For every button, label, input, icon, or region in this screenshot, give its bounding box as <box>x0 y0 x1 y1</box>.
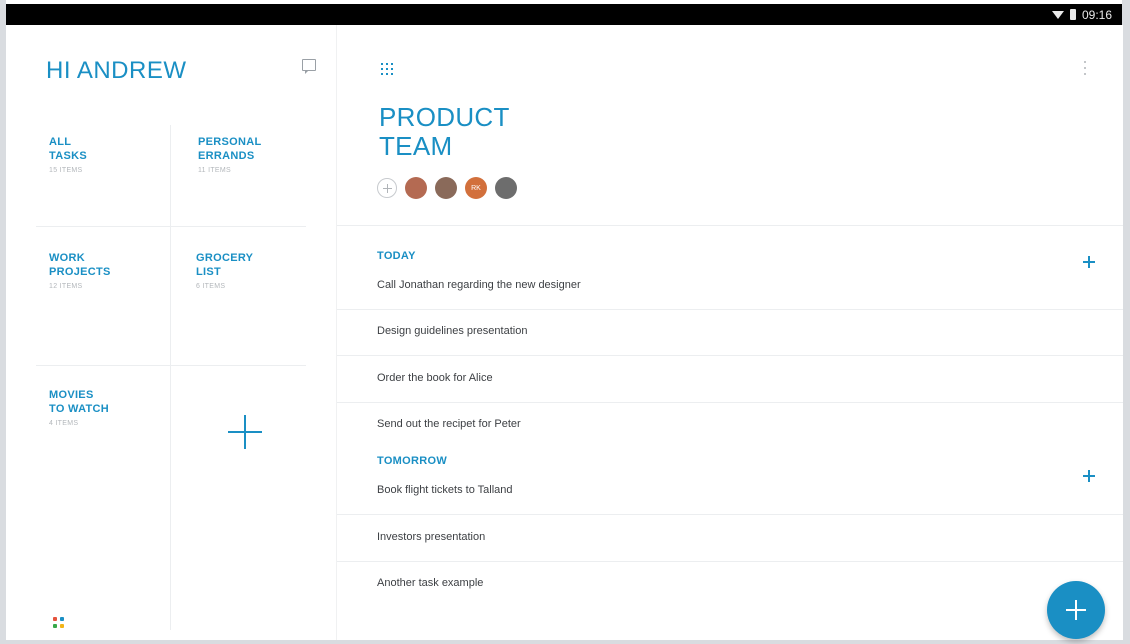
task-item[interactable]: Send out the recipet for Peter <box>377 418 521 430</box>
list-title-line: PROJECTS <box>49 266 111 278</box>
avatar[interactable] <box>435 177 457 199</box>
list-count: 11 ITEMS <box>198 167 232 174</box>
avatar[interactable] <box>495 177 517 199</box>
greeting: HI ANDREW <box>46 57 187 84</box>
avatar[interactable] <box>405 177 427 199</box>
section-title-tomorrow: TOMORROW <box>377 455 448 467</box>
chat-icon[interactable] <box>302 59 316 74</box>
list-title-line: ALL <box>49 136 72 148</box>
app-dots-icon[interactable] <box>53 617 65 629</box>
list-card-work-projects[interactable]: WORK PROJECTS 12 ITEMS <box>49 251 197 387</box>
list-title-line: ERRANDS <box>198 150 255 162</box>
row-divider <box>337 514 1123 515</box>
more-vert-icon[interactable] <box>1083 61 1087 77</box>
list-card-grocery-list[interactable]: GROCERY LIST 6 ITEMS <box>196 251 344 387</box>
lists-drawer: HI ANDREW ALL TASKS 15 ITEMS PERSONAL ER… <box>6 25 336 640</box>
list-count: 6 ITEMS <box>196 283 226 290</box>
list-title: MOVIES TO WATCH <box>49 388 197 416</box>
list-count: 15 ITEMS <box>49 167 83 174</box>
row-divider <box>337 355 1123 356</box>
list-title-line: TASKS <box>49 150 87 162</box>
row-divider <box>337 402 1123 403</box>
list-title-line: LIST <box>196 266 222 278</box>
task-item[interactable]: Call Jonathan regarding the new designer <box>377 279 581 291</box>
list-title-line: WORK <box>49 252 86 264</box>
section-title-today: TODAY <box>377 250 416 262</box>
team-header: PRODUCT TEAM RK <box>337 25 1123 226</box>
list-title: WORK PROJECTS <box>49 251 197 279</box>
add-task-today-icon[interactable] <box>1083 256 1095 268</box>
task-item[interactable]: Order the book for Alice <box>377 372 493 384</box>
list-title: ALL TASKS <box>49 135 197 163</box>
wifi-icon <box>1051 10 1064 19</box>
list-title: GROCERY LIST <box>196 251 344 279</box>
grid-icon[interactable] <box>381 63 395 77</box>
list-card-movies-to-watch[interactable]: MOVIES TO WATCH 4 ITEMS <box>49 388 197 524</box>
team-title-line: TEAM <box>379 131 453 161</box>
status-time: 09:16 <box>1081 7 1112 22</box>
add-list-icon[interactable] <box>228 415 262 449</box>
list-title-line: GROCERY <box>196 252 254 264</box>
frame-bottom <box>0 640 1130 644</box>
team-members: RK <box>377 177 517 199</box>
task-item[interactable]: Investors presentation <box>377 531 485 543</box>
add-task-fab[interactable] <box>1047 581 1105 639</box>
task-item[interactable]: Book flight tickets to Talland <box>377 484 513 496</box>
add-member-icon[interactable] <box>377 178 397 198</box>
status-bar: 09:16 <box>6 4 1122 25</box>
list-title: PERSONAL ERRANDS <box>198 135 346 163</box>
task-item[interactable]: Design guidelines presentation <box>377 325 527 337</box>
battery-icon <box>1069 9 1076 20</box>
list-title-line: PERSONAL <box>198 136 262 148</box>
team-title: PRODUCT TEAM <box>379 103 579 161</box>
list-count: 12 ITEMS <box>49 283 83 290</box>
list-title-line: TO WATCH <box>49 403 110 415</box>
team-panel: PRODUCT TEAM RK TODAY Call Jonathan rega… <box>336 25 1123 640</box>
frame-right <box>1122 0 1130 644</box>
add-task-tomorrow-icon[interactable] <box>1083 470 1095 482</box>
list-count: 4 ITEMS <box>49 420 79 427</box>
list-title-line: MOVIES <box>49 389 94 401</box>
team-title-line: PRODUCT <box>379 102 510 132</box>
task-item[interactable]: Another task example <box>377 577 483 589</box>
row-divider <box>337 561 1123 562</box>
row-divider <box>337 309 1123 310</box>
avatar[interactable]: RK <box>465 177 487 199</box>
